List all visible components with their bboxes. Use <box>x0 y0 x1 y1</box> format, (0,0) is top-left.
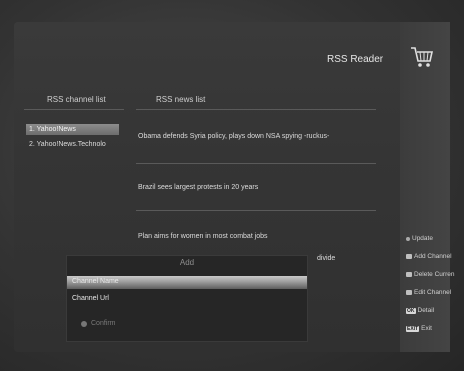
menu-delete-current[interactable]: Delete Curren <box>406 271 454 278</box>
tv-screen: RSS Reader RSS channel list RSS news lis… <box>0 0 464 371</box>
add-dialog: Add Channel Name Channel Url Confirm <box>66 255 308 342</box>
menu-edit-channel[interactable]: Edit Channel <box>406 289 451 296</box>
delete-icon <box>406 272 412 277</box>
divider <box>24 109 124 110</box>
cart-icon <box>411 47 433 67</box>
exit-key-icon: EXIT <box>406 325 420 332</box>
confirm-icon <box>81 320 87 327</box>
menu-add-channel[interactable]: Add Channel <box>406 253 452 260</box>
update-icon <box>406 236 410 241</box>
menu-exit[interactable]: EXIT Exit <box>406 325 432 332</box>
channel-url-label: Channel Url <box>72 295 109 302</box>
ok-key-icon: OK <box>406 307 416 314</box>
channel-list-header: RSS channel list <box>47 95 106 104</box>
menu-detail[interactable]: OK Detail <box>406 307 434 314</box>
channel-name-label: Channel Name <box>72 278 119 285</box>
news-item-3[interactable]: Plan aims for women in most combat jobs <box>138 233 268 240</box>
news-item-2[interactable]: Brazil sees largest protests in 20 years <box>138 184 258 191</box>
menu-update[interactable]: Update <box>406 235 433 242</box>
divider <box>136 109 376 110</box>
news-item-1[interactable]: Obama defends Syria policy, plays down N… <box>138 133 329 140</box>
channel-item-1[interactable]: 1. Yahoo!News <box>26 124 119 135</box>
channel-item-2[interactable]: 2. Yahoo!News.Technolo <box>26 139 109 150</box>
add-channel-icon <box>406 254 412 259</box>
news-list-header: RSS news list <box>156 95 206 104</box>
right-panel <box>400 22 450 352</box>
channel-url-field[interactable]: Channel Url <box>67 293 307 306</box>
edit-icon <box>406 290 412 295</box>
divider <box>136 163 376 164</box>
page-title: RSS Reader <box>327 54 384 65</box>
channel-name-field[interactable]: Channel Name <box>67 276 307 289</box>
confirm-button[interactable]: Confirm <box>81 320 116 327</box>
news-item-4-fragment[interactable]: divide <box>317 255 335 262</box>
dialog-title: Add <box>179 258 195 267</box>
divider <box>136 210 376 211</box>
